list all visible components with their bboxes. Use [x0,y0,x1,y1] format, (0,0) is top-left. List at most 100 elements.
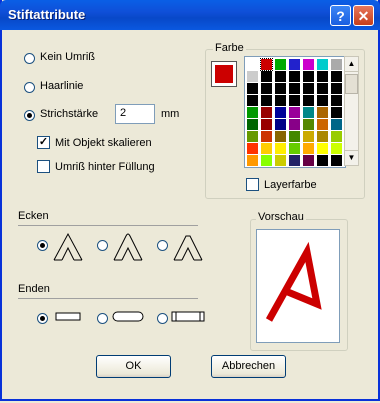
color-swatch[interactable] [331,119,342,130]
color-swatch[interactable] [331,107,342,118]
color-swatch[interactable] [275,95,286,106]
color-swatch[interactable] [275,143,286,154]
color-swatch[interactable] [317,131,328,142]
outline-behind-fill-checkbox[interactable] [37,160,50,173]
close-button[interactable]: ✕ [353,5,374,26]
color-swatch[interactable] [289,155,300,166]
color-swatch[interactable] [261,131,272,142]
color-swatch[interactable] [247,143,258,154]
color-swatch[interactable] [275,83,286,94]
color-swatch[interactable] [303,131,314,142]
stroke-width-input[interactable]: 2 [115,104,155,124]
color-swatch[interactable] [247,83,258,94]
color-swatch[interactable] [317,155,328,166]
color-swatch[interactable] [331,59,342,70]
unit-label: mm [161,108,180,120]
color-swatch[interactable] [289,71,300,82]
color-swatch[interactable] [247,155,258,166]
color-swatch[interactable] [289,59,300,70]
color-swatch[interactable] [317,83,328,94]
color-swatch[interactable] [303,143,314,154]
miter-corner-icon[interactable] [50,228,86,264]
color-swatch[interactable] [317,107,328,118]
color-swatch[interactable] [247,131,258,142]
radio-hairline[interactable] [24,82,35,93]
preview-canvas [256,229,340,343]
color-swatch[interactable] [331,83,342,94]
color-swatch[interactable] [317,119,328,130]
window-title: Stiftattribute [8,7,86,22]
round-corner-icon[interactable] [110,228,146,264]
layer-color-checkbox[interactable] [246,178,259,191]
scroll-up-icon[interactable]: ▲ [345,57,358,72]
color-swatch[interactable] [261,119,272,130]
color-swatch[interactable] [317,71,328,82]
color-swatch[interactable] [275,107,286,118]
color-swatch[interactable] [261,83,272,94]
color-swatch[interactable] [247,59,258,70]
butt-end-icon[interactable] [50,309,86,325]
radio-end-square[interactable] [157,313,168,324]
color-swatch[interactable] [331,131,342,142]
radio-corner-bevel[interactable] [157,240,168,251]
no-outline-label: Kein Umriß [40,51,96,63]
scale-with-object-checkbox[interactable]: ✓ [37,136,50,149]
color-swatch[interactable] [275,131,286,142]
radio-corner-round[interactable] [97,240,108,251]
scale-with-object-label: Mit Objekt skalieren [55,137,152,149]
color-swatch[interactable] [289,119,300,130]
color-swatch[interactable] [261,155,272,166]
color-swatch[interactable] [317,143,328,154]
scroll-thumb[interactable] [345,74,358,94]
ok-button[interactable]: OK [96,355,171,378]
color-swatch[interactable] [289,131,300,142]
color-swatch[interactable] [289,95,300,106]
radio-end-round[interactable] [97,313,108,324]
layer-color-label: Layerfarbe [264,179,317,191]
scroll-down-icon[interactable]: ▼ [345,150,358,165]
radio-no-outline[interactable] [24,53,35,64]
title-bar[interactable]: Stiftattribute ? ✕ [0,0,380,30]
color-swatch[interactable] [275,71,286,82]
color-swatch[interactable] [247,107,258,118]
color-swatch[interactable] [317,59,328,70]
color-swatch[interactable] [303,119,314,130]
color-swatch[interactable] [331,143,342,154]
color-swatch[interactable] [247,119,258,130]
color-swatch[interactable] [303,155,314,166]
color-swatch[interactable] [289,83,300,94]
color-swatch[interactable] [303,71,314,82]
color-swatch[interactable] [275,119,286,130]
radio-stroke-width[interactable] [24,110,35,121]
color-swatch[interactable] [261,107,272,118]
color-swatch[interactable] [261,143,272,154]
color-palette[interactable] [244,56,346,168]
color-swatch[interactable] [303,107,314,118]
color-swatch[interactable] [303,59,314,70]
round-end-icon[interactable] [110,309,146,325]
color-swatch[interactable] [303,95,314,106]
radio-corner-miter[interactable] [37,240,48,251]
color-swatch[interactable] [331,155,342,166]
color-swatch[interactable] [261,71,272,82]
color-swatch[interactable] [260,58,273,71]
color-swatch[interactable] [317,95,328,106]
color-swatch[interactable] [275,155,286,166]
color-swatch[interactable] [261,95,272,106]
color-swatch[interactable] [247,71,258,82]
color-swatch[interactable] [331,71,342,82]
color-swatch[interactable] [247,95,258,106]
color-swatch[interactable] [289,107,300,118]
color-swatch[interactable] [303,83,314,94]
color-group-label: Farbe [213,42,246,54]
color-swatch[interactable] [331,95,342,106]
palette-scrollbar[interactable]: ▲ ▼ [344,56,359,166]
radio-end-butt[interactable] [37,313,48,324]
cancel-button[interactable]: Abbrechen [211,355,286,378]
bevel-corner-icon[interactable] [170,228,206,264]
current-color-swatch[interactable] [211,61,237,87]
color-swatch[interactable] [275,59,286,70]
help-button[interactable]: ? [330,5,351,26]
square-end-icon[interactable] [170,309,206,325]
color-swatch[interactable] [289,143,300,154]
